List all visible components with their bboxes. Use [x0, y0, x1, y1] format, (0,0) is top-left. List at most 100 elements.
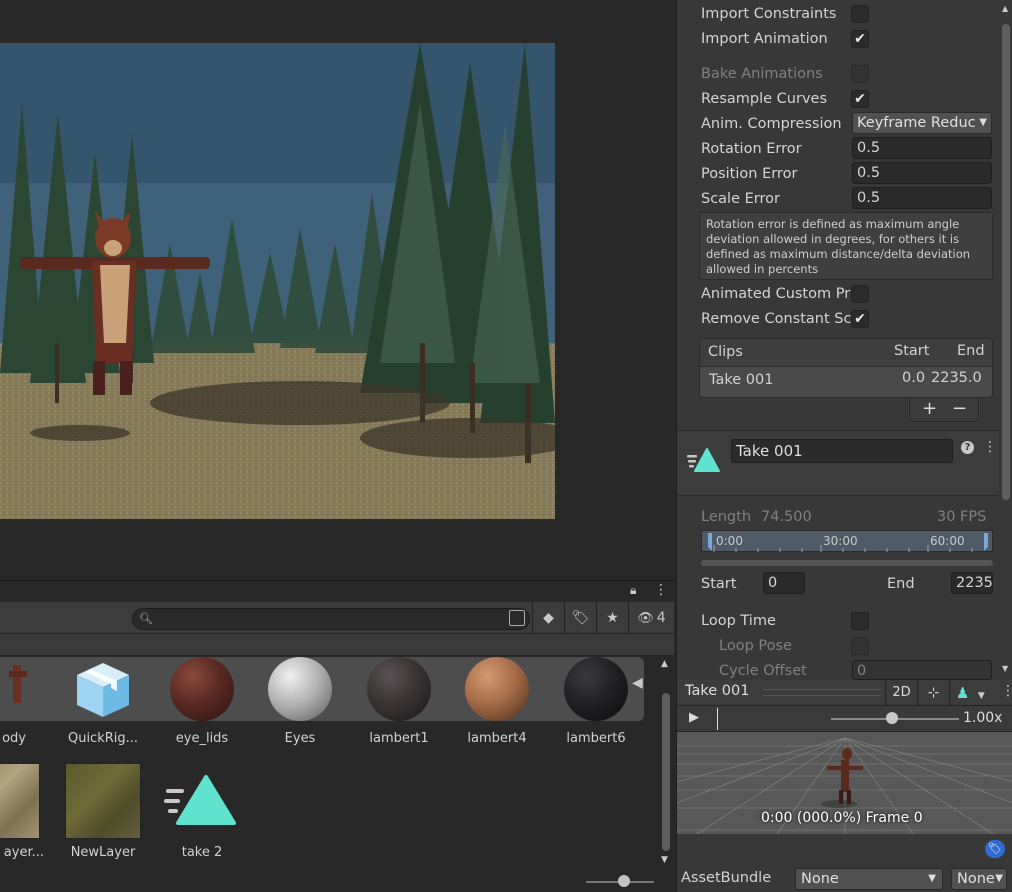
remove-clip-button[interactable]: −	[952, 398, 967, 419]
preview-toolbar: Take 001 2D ⊹ ♟︎ ▼ ⋮	[677, 680, 1012, 706]
clips-table-row[interactable]: Take 001 0.0 2235.0	[700, 367, 992, 397]
asset-label: lambert4	[467, 731, 527, 746]
clip-menu-icon[interactable]: ⋮	[983, 439, 997, 455]
anim-compression-label: Anim. Compression	[701, 116, 842, 132]
asset-item[interactable]: lambert6	[551, 657, 641, 746]
start-field[interactable]: 0	[763, 572, 805, 594]
hidden-packages-toggle[interactable]: 👁︎ 4	[628, 602, 674, 634]
help-box: Rotation error is defined as maximum ang…	[699, 212, 993, 280]
animated-custom-checkbox[interactable]	[851, 285, 869, 303]
tick-60: 60:00	[930, 534, 965, 548]
scene-render[interactable]	[0, 43, 555, 519]
rotation-error-field[interactable]: 0.5	[852, 137, 992, 159]
preview-footer: 🏷︎ AssetBundle None ▼ None ▼	[677, 834, 1012, 892]
avatar-dropdown[interactable]: ♟︎ ▼	[949, 680, 995, 706]
asset-item[interactable]: lambert4	[452, 657, 542, 746]
preview-title: Take 001	[685, 683, 750, 699]
asset-item[interactable]: NewLayer	[58, 763, 148, 860]
panel-menu-icon[interactable]: ⋮	[654, 582, 668, 598]
scroll-down-icon[interactable]: ▼	[661, 855, 668, 865]
filter-by-label-icon[interactable]: 🏷︎	[564, 602, 596, 634]
asset-item[interactable]: ayer...	[0, 763, 48, 860]
scroll-up-icon[interactable]: ▲	[661, 659, 668, 669]
drag-handle[interactable]	[763, 689, 881, 696]
mode-2d-button[interactable]: 2D	[885, 680, 917, 706]
resample-curves-checkbox[interactable]: ✔	[851, 90, 869, 108]
variant-dropdown[interactable]: None ▼	[951, 868, 1007, 890]
scale-error-field[interactable]: 0.5	[852, 187, 992, 209]
slider-knob[interactable]	[886, 712, 898, 724]
help-icon[interactable]: ?	[961, 441, 974, 454]
asset-item[interactable]: QuickRig...	[58, 657, 148, 746]
rotation-error-label: Rotation Error	[701, 141, 802, 157]
animation-clip-icon	[687, 448, 720, 472]
prefab-icon	[71, 657, 135, 721]
clip-timeline[interactable]: 0:00 30:00 60:00	[701, 530, 993, 552]
animation-clip-icon	[164, 763, 240, 839]
speed-slider[interactable]	[831, 712, 959, 724]
animated-custom-label: Animated Custom Pr	[701, 286, 851, 302]
import-constraints-checkbox[interactable]	[851, 5, 869, 23]
frame-info: 0:00 (000.0%) Frame 0	[761, 810, 923, 826]
length-label: Length	[701, 509, 752, 525]
animation-preview: Take 001 2D ⊹ ♟︎ ▼ ⋮ ▶ 1.00x 0:00 (000.0…	[676, 680, 1012, 892]
lock-icon[interactable]: 🔒︎	[630, 583, 636, 598]
asset-label: NewLayer	[70, 845, 136, 860]
loop-time-checkbox[interactable]	[851, 612, 869, 630]
chevron-down-icon: ▼	[979, 113, 987, 133]
terrain-layer-thumbnail	[65, 763, 141, 839]
assetbundle-label: AssetBundle	[681, 870, 772, 886]
tick-30: 30:00	[823, 534, 858, 548]
pivot-toggle[interactable]: ⊹	[917, 680, 949, 706]
asset-label: ayer...	[3, 845, 44, 860]
asset-item[interactable]: lambert1	[354, 657, 444, 746]
play-icon[interactable]: ▶	[689, 710, 699, 725]
anim-compression-dropdown[interactable]: Keyframe Reduc ▼	[852, 112, 992, 134]
scroll-down-icon[interactable]: ▼	[1002, 664, 1008, 673]
timeline-scrollbar[interactable]	[701, 560, 993, 566]
asset-item[interactable]: ody	[0, 657, 46, 746]
asset-label: Eyes	[284, 731, 316, 746]
asset-item[interactable]: Eyes	[255, 657, 345, 746]
cycle-offset-label: Cycle Offset	[719, 663, 807, 679]
clip-row-start: 0.0	[902, 370, 926, 386]
import-constraints-label: Import Constraints	[701, 6, 837, 22]
chevron-down-icon: ▼	[995, 869, 1003, 889]
slider-knob[interactable]	[618, 875, 630, 887]
position-error-field[interactable]: 0.5	[852, 162, 992, 184]
loop-pose-checkbox	[851, 637, 869, 655]
icon-size-slider[interactable]	[586, 875, 654, 887]
scroll-up-icon[interactable]: ▲	[1002, 4, 1008, 13]
filter-by-type-icon[interactable]: ◆	[532, 602, 564, 634]
preview-menu-icon[interactable]: ⋮	[1001, 683, 1012, 699]
project-scrollbar[interactable]: ▲ ▼	[658, 657, 674, 869]
inspector-panel: Import Constraints Import Animation ✔ Ba…	[676, 0, 1012, 680]
col-clips: Clips	[708, 344, 743, 360]
project-panel: 🔒︎ ⋮ 🔍︎ ◆ 🏷︎ ★ 👁︎ 4 ◀ ody QuickRig... ey…	[0, 580, 674, 892]
favorites-star-icon[interactable]: ★	[596, 602, 628, 634]
loop-time-label: Loop Time	[701, 613, 776, 629]
search-mode-icon[interactable]	[509, 610, 525, 626]
remove-constant-checkbox[interactable]: ✔	[851, 310, 869, 328]
asset-label: lambert6	[566, 731, 626, 746]
asset-item[interactable]: eye_lids	[157, 657, 247, 746]
playhead[interactable]	[717, 708, 718, 730]
search-input[interactable]: 🔍︎	[132, 608, 530, 630]
end-field[interactable]: 2235	[951, 572, 993, 594]
scrollbar-thumb[interactable]	[1002, 24, 1010, 500]
add-clip-button[interactable]: +	[922, 398, 937, 419]
asset-item[interactable]: take 2	[157, 763, 247, 860]
material-sphere-icon	[564, 657, 628, 721]
fps-value: 30 FPS	[937, 509, 987, 525]
clip-name-field[interactable]: Take 001	[731, 439, 953, 463]
asset-label-icon[interactable]: 🏷︎	[985, 840, 1005, 858]
mesh-thumbnail	[0, 657, 33, 721]
tick-0: 0:00	[716, 534, 743, 548]
scrollbar-thumb[interactable]	[662, 693, 670, 851]
start-label: Start	[701, 576, 737, 592]
assetbundle-dropdown[interactable]: None ▼	[795, 868, 943, 890]
preview-viewport[interactable]: 0:00 (000.0%) Frame 0	[677, 732, 1012, 834]
inspector-scrollbar[interactable]: ▲ ▼	[999, 0, 1012, 680]
scene-view[interactable]	[0, 0, 672, 578]
import-animation-checkbox[interactable]: ✔	[851, 30, 869, 48]
